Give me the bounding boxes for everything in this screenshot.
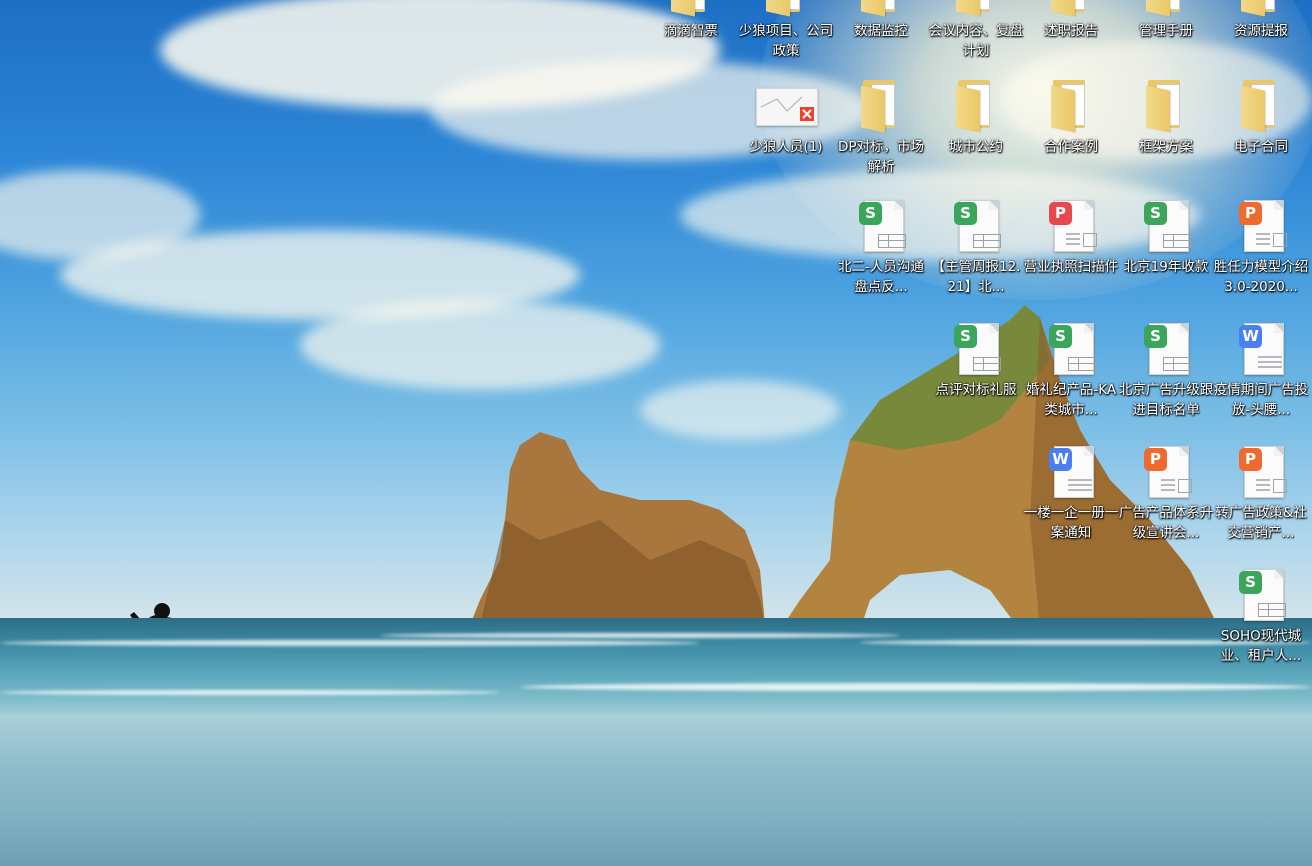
desktop-icon-folder[interactable]: 城市公约 [928,78,1024,157]
desktop-icon-folder[interactable]: 资源提报 [1213,0,1309,41]
desktop-icon-folder[interactable]: 数据监控 [833,0,929,41]
desktop-icon-label: 少狼项目、公司政策 [738,23,834,59]
desktop-icon-label: 点评对标礼服 [935,382,1017,398]
desktop-icon-sheet[interactable]: S 婚礼纪产品-KA类城市... [1023,321,1119,420]
desktop-icon-folder[interactable]: 框架方案 [1118,78,1214,157]
desktop-icon-sheet[interactable]: S 北京广告升级跟进目标名单 [1118,321,1214,420]
desktop-icon-sheet[interactable]: S 点评对标礼服 [928,321,1024,400]
desktop-icon-grid: 滴滴智票 少狼项目、公司政策 数据监控 会议内容、复盘计划 述职报告 管理手册 资源提报少狼… [0,0,1312,866]
desktop-icon-label: 数据监控 [854,23,908,39]
desktop-icon-label: 婚礼纪产品-KA类城市... [1025,382,1117,418]
folder-icon [1047,0,1095,18]
presentation-file-icon: P [1142,444,1192,500]
desktop-icon-label: 述职报告 [1044,23,1098,39]
folder-icon [1142,78,1190,134]
desktop-icon-folder[interactable]: DP对标，市场解析 [833,78,929,177]
folder-icon [857,78,905,134]
desktop-icon-sheet[interactable]: S SOHO现代城业、租户人... [1213,567,1309,666]
desktop-icon-folder[interactable]: 会议内容、复盘计划 [928,0,1024,61]
folder-icon [857,0,905,18]
folder-icon [1047,78,1095,134]
desktop-icon-sheet[interactable]: S 北二-人员沟通盘点反... [833,198,929,297]
desktop-icon-slides[interactable]: P 广告产品体系升级宣讲会... [1118,444,1214,543]
folder-icon [1237,0,1285,18]
desktop-icon-image[interactable]: 少狼人员(1) [738,78,834,157]
desktop-icon-label: DP对标，市场解析 [837,139,925,175]
word-file-icon: W [1047,444,1095,500]
desktop-icon-label: 北京19年收款 [1123,259,1209,275]
spreadsheet-file-icon: S [1237,567,1286,623]
desktop-icon-label: 营业执照扫描件 [1023,259,1119,275]
folder-icon [952,0,1000,18]
presentation-file-icon: P [1237,198,1287,254]
folder-icon [762,0,810,18]
spreadsheet-file-icon: S [1142,321,1191,377]
spreadsheet-file-icon: S [1047,321,1096,377]
desktop-icon-folder[interactable]: 电子合同 [1213,78,1309,157]
desktop[interactable]: 滴滴智票 少狼项目、公司政策 数据监控 会议内容、复盘计划 述职报告 管理手册 资源提报少狼… [0,0,1312,866]
folder-icon [952,78,1000,134]
desktop-icon-folder[interactable]: 管理手册 [1118,0,1214,41]
desktop-icon-label: 管理手册 [1139,23,1193,39]
desktop-icon-label: 广告产品体系升级宣讲会... [1118,505,1214,541]
desktop-icon-sheet[interactable]: S 北京19年收款 [1118,198,1214,277]
spreadsheet-file-icon: S [952,198,1001,254]
folder-icon [1142,0,1190,18]
desktop-icon-label: SOHO现代城业、租户人... [1220,628,1302,664]
desktop-icon-label: 框架方案 [1139,139,1193,155]
desktop-icon-label: 合作案例 [1044,139,1098,155]
pdf-file-icon: P [1047,198,1097,254]
folder-icon [1237,78,1285,134]
desktop-icon-label: 转广告政策&社交营销产... [1215,505,1307,541]
desktop-icon-label: 北二-人员沟通盘点反... [838,259,924,295]
desktop-icon-label: 资源提报 [1234,23,1288,39]
desktop-icon-sheet[interactable]: S 【主管周报12.21】北... [928,198,1024,297]
folder-icon [667,0,715,18]
desktop-icon-label: 少狼人员(1) [749,139,823,155]
desktop-icon-label: 胜任力模型介绍3.0-2020... [1213,259,1309,295]
desktop-icon-folder[interactable]: 滴滴智票 [643,0,739,41]
spreadsheet-file-icon: S [952,321,1001,377]
desktop-icon-label: 北京广告升级跟进目标名单 [1118,382,1214,418]
desktop-icon-label: 疫情期间广告投放-头腰... [1213,382,1309,418]
desktop-icon-label: 滴滴智票 [664,23,718,39]
desktop-icon-label: 电子合同 [1234,139,1288,155]
word-file-icon: W [1237,321,1285,377]
desktop-icon-slides[interactable]: P 转广告政策&社交营销产... [1213,444,1309,543]
desktop-icon-pdf[interactable]: P 营业执照扫描件 [1023,198,1119,277]
desktop-icon-label: 【主管周报12.21】北... [931,259,1021,295]
image-file-icon [756,78,818,134]
desktop-icon-slides[interactable]: P 胜任力模型介绍3.0-2020... [1213,198,1309,297]
spreadsheet-file-icon: S [1142,198,1191,254]
desktop-icon-folder[interactable]: 少狼项目、公司政策 [738,0,834,61]
desktop-icon-label: 会议内容、复盘计划 [928,23,1024,59]
desktop-icon-label: 一楼一企一册一案通知 [1023,505,1119,541]
desktop-icon-label: 城市公约 [949,139,1003,155]
presentation-file-icon: P [1237,444,1287,500]
desktop-icon-folder[interactable]: 合作案例 [1023,78,1119,157]
desktop-icon-folder[interactable]: 述职报告 [1023,0,1119,41]
desktop-icon-word[interactable]: W 一楼一企一册一案通知 [1023,444,1119,543]
spreadsheet-file-icon: S [857,198,906,254]
desktop-icon-word[interactable]: W 疫情期间广告投放-头腰... [1213,321,1309,420]
